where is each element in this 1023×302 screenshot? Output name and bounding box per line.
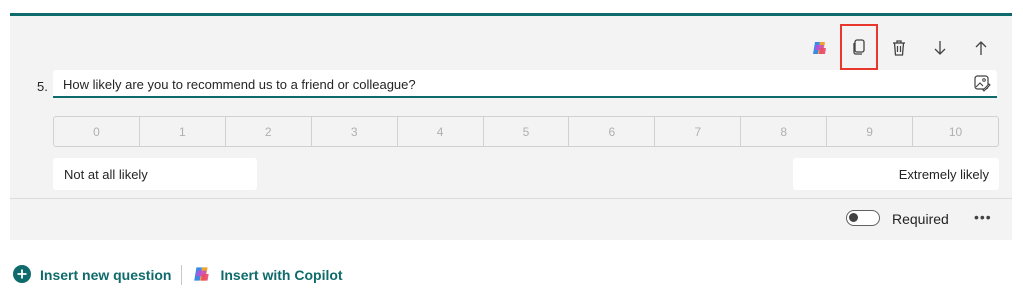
more-options-button[interactable]: ••• [974,209,992,225]
copy-icon [851,38,867,56]
actions-separator [181,265,183,285]
scale-option[interactable]: 5 [484,117,570,146]
delete-question-button[interactable] [883,32,915,64]
insert-new-question-label: Insert new question [40,267,172,283]
arrow-up-icon [973,39,989,57]
scale-option[interactable]: 8 [741,117,828,146]
scale-option[interactable]: 9 [827,117,914,146]
scale-option[interactable]: 4 [398,117,484,146]
high-label-input[interactable]: Extremely likely [793,158,999,190]
question-number: 5. [37,79,48,94]
required-toggle[interactable] [846,210,880,226]
move-up-button[interactable] [965,32,997,64]
card-divider [10,198,1012,199]
scale-option[interactable]: 3 [312,117,398,146]
scale-option[interactable]: 7 [655,117,742,146]
delete-icon [891,39,907,57]
scale-option[interactable]: 1 [140,117,226,146]
rating-scale: 0 1 2 3 4 5 6 7 8 9 10 [53,116,999,147]
scale-option[interactable]: 0 [54,117,140,146]
required-label: Required [892,211,949,227]
toggle-knob [849,213,858,222]
copilot-icon [192,264,220,287]
copilot-button[interactable] [804,32,836,64]
scale-option[interactable]: 10 [913,117,998,146]
insert-with-copilot-button[interactable]: Insert with Copilot [192,264,343,287]
insert-image-icon[interactable] [973,74,991,97]
question-title-text: How likely are you to recommend us to a … [63,77,416,92]
question-card: 5. How likely are you to recommend us to… [10,13,1012,240]
insert-with-copilot-label: Insert with Copilot [220,267,343,283]
low-label-input[interactable]: Not at all likely [53,158,257,190]
question-title-input[interactable]: How likely are you to recommend us to a … [53,70,997,98]
arrow-down-icon [932,39,948,57]
scale-option[interactable]: 6 [569,117,656,146]
copy-question-button[interactable] [840,24,878,70]
insert-actions: Insert new question Insert with Copilot [12,264,343,286]
scale-option[interactable]: 2 [226,117,312,146]
insert-new-question-button[interactable]: Insert new question [12,264,171,287]
add-circle-icon [12,264,40,287]
move-down-button[interactable] [924,32,956,64]
copilot-icon [811,39,829,57]
